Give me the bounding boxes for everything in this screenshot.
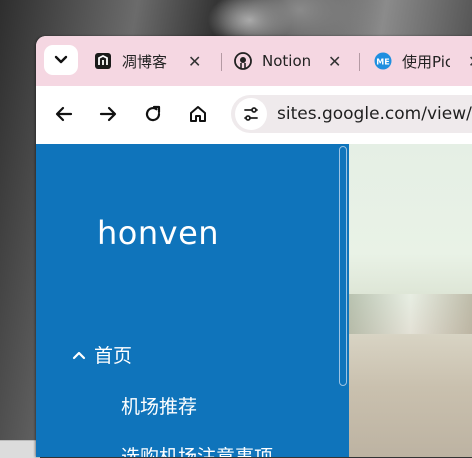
tab-label: 凋博客	[122, 52, 168, 71]
site-title[interactable]: honven	[97, 214, 219, 252]
github-icon	[234, 52, 252, 70]
address-bar[interactable]: sites.google.com/view/	[231, 95, 472, 133]
svg-text:ME: ME	[376, 58, 389, 67]
nav-item-airport-recommend[interactable]: 机场推荐	[121, 392, 197, 419]
home-button[interactable]	[184, 100, 212, 128]
page-content: honven 首页 机场推荐 选购机场注意事项	[36, 144, 472, 457]
close-icon[interactable]: ✕	[468, 52, 472, 71]
home-icon	[190, 106, 206, 122]
tab-picgo[interactable]: ME 使用Pic ✕	[374, 47, 472, 75]
site-sidebar: honven 首页 机场推荐 选购机场注意事项	[36, 144, 349, 457]
tab-search-button[interactable]	[44, 45, 78, 75]
tab-label: Notion	[262, 52, 310, 70]
hero-image-shine	[349, 294, 472, 334]
browser-toolbar: sites.google.com/view/	[36, 86, 472, 144]
forward-arrow-icon	[99, 106, 117, 122]
nav-item-purchase-notes[interactable]: 选购机场注意事项	[121, 442, 273, 457]
tab-separator	[359, 53, 360, 71]
reload-button[interactable]	[139, 100, 167, 128]
tab-label: 使用Pic	[402, 52, 450, 71]
tab-blog[interactable]: 凋博客 ✕	[94, 47, 201, 75]
close-icon[interactable]: ✕	[188, 52, 201, 71]
close-icon[interactable]: ✕	[328, 52, 341, 71]
tab-separator	[221, 53, 222, 71]
sidebar-scrollbar[interactable]	[339, 146, 347, 386]
forward-button[interactable]	[94, 100, 122, 128]
chevron-down-icon	[54, 55, 68, 64]
site-icon	[94, 52, 112, 70]
me-icon: ME	[374, 52, 392, 70]
browser-window: 凋博客 ✕ Notion ✕ ME 使用Pic ✕	[36, 36, 472, 457]
tab-notion[interactable]: Notion ✕	[234, 47, 341, 75]
nav-item-home[interactable]: 首页	[72, 341, 132, 368]
reload-icon	[145, 105, 161, 122]
chevron-up-icon[interactable]	[72, 350, 86, 360]
taskbar-fragment	[0, 440, 40, 458]
nav-item-label: 首页	[94, 345, 133, 367]
back-arrow-icon	[55, 106, 73, 122]
tab-strip: 凋博客 ✕ Notion ✕ ME 使用Pic ✕	[36, 36, 472, 86]
site-info-button[interactable]	[235, 98, 267, 130]
back-button[interactable]	[50, 100, 78, 128]
hero-image	[349, 144, 472, 457]
tune-icon	[244, 107, 258, 121]
url-text: sites.google.com/view/	[277, 104, 472, 124]
